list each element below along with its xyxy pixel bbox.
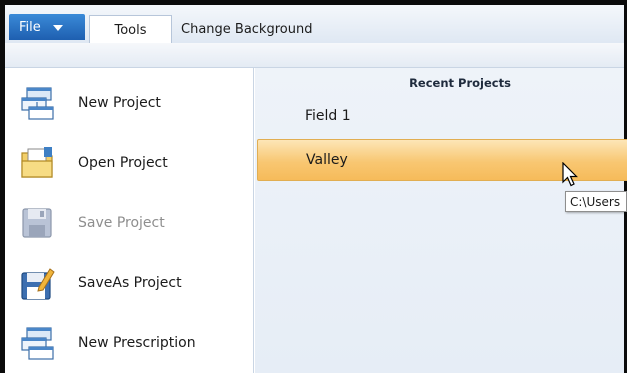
- chevron-down-icon: [52, 25, 63, 31]
- recent-projects-panel: Recent Projects Field 1 Valley: [255, 68, 627, 373]
- new-project-icon: [21, 87, 54, 120]
- tab-tools[interactable]: Tools: [89, 15, 172, 44]
- recent-project-name: Field 1: [305, 108, 351, 124]
- path-tooltip: C:\Users: [565, 191, 627, 212]
- ribbon-subbar: [5, 43, 624, 68]
- menu-item-label: SaveAs Project: [78, 275, 182, 291]
- menu-item-label: New Prescription: [78, 335, 196, 351]
- menu-item-new-project[interactable]: New Project: [5, 76, 253, 130]
- menu-item-label: Open Project: [78, 155, 168, 171]
- mouse-pointer-icon: [562, 162, 578, 187]
- new-prescription-icon: [21, 327, 54, 360]
- recent-project-name: Valley: [306, 152, 348, 168]
- save-icon: [22, 208, 52, 238]
- menu-item-saveas-project[interactable]: SaveAs Project: [5, 256, 253, 310]
- recent-project-item[interactable]: Field 1: [257, 95, 627, 137]
- menu-item-new-prescription[interactable]: New Prescription: [5, 316, 253, 370]
- tab-change-background-label: Change Background: [181, 22, 313, 37]
- tab-change-background[interactable]: Change Background: [181, 15, 312, 44]
- recent-projects-title: Recent Projects: [409, 76, 511, 90]
- ribbon-tab-bar: File Tools Change Background: [5, 5, 624, 44]
- menu-item-open-project[interactable]: Open Project: [5, 136, 253, 190]
- tooltip-text: C:\Users: [570, 194, 621, 209]
- menu-item-save-project[interactable]: Save Project: [5, 196, 253, 250]
- open-folder-icon: [21, 147, 53, 178]
- tab-tools-label: Tools: [114, 22, 147, 38]
- menu-item-label: New Project: [78, 95, 161, 111]
- menu-item-label: Save Project: [78, 215, 165, 231]
- file-menu-label: File: [19, 19, 41, 35]
- file-menu-button[interactable]: File: [9, 14, 85, 40]
- save-as-icon: [21, 268, 55, 300]
- file-menu-panel: New Project Open Project Save Project Sa…: [5, 68, 254, 373]
